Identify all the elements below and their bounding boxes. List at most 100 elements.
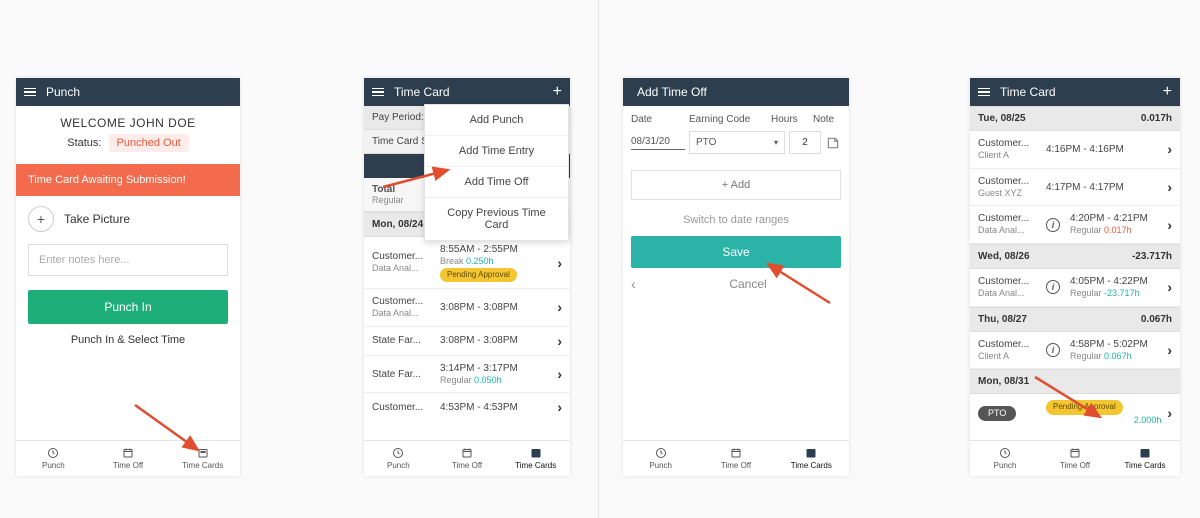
entry-project: Data Anal... xyxy=(372,263,434,275)
clock-icon xyxy=(655,447,667,459)
nav-timecards[interactable]: Time Cards xyxy=(501,441,570,476)
entry-time: 3:08PM - 3:08PM xyxy=(440,334,551,347)
table-row[interactable]: Customer... Client A i 4:58PM - 5:02PM R… xyxy=(970,332,1180,370)
table-row[interactable]: Customer... Client A 4:16PM - 4:16PM › xyxy=(970,131,1180,169)
add-time-off-header: Add Time Off xyxy=(623,78,849,106)
nav-timecards-label: Time Cards xyxy=(791,461,832,470)
info-icon[interactable]: i xyxy=(1046,343,1060,357)
punch-in-select-time[interactable]: Punch In & Select Time xyxy=(16,334,240,356)
total-label: Total xyxy=(372,184,404,195)
alert-bar[interactable]: Time Card Awaiting Submission! xyxy=(16,164,240,196)
plus-icon[interactable]: + xyxy=(1163,83,1172,101)
info-icon[interactable]: i xyxy=(1046,218,1060,232)
nav-timeoff[interactable]: Time Off xyxy=(698,441,773,476)
entry-customer: Customer... xyxy=(372,295,434,308)
entry-sub: Regular xyxy=(1070,288,1102,298)
date-input[interactable]: 08/31/20 xyxy=(631,136,685,150)
entry-client: Data Anal... xyxy=(978,288,1040,300)
table-row[interactable]: Customer... Data Anal... 8:55AM - 2:55PM… xyxy=(364,237,570,289)
table-row[interactable]: State Far... 3:14PM - 3:17PM Regular 0.0… xyxy=(364,356,570,394)
cancel-button[interactable]: Cancel xyxy=(655,277,841,291)
notes-input[interactable]: Enter notes here... xyxy=(28,244,228,276)
dropdown-add-punch[interactable]: Add Punch xyxy=(425,105,568,136)
dropdown-add-time-entry[interactable]: Add Time Entry xyxy=(425,136,568,167)
punch-in-button[interactable]: Punch In xyxy=(28,290,228,324)
table-row[interactable]: Customer... Guest XYZ 4:17PM - 4:17PM › xyxy=(970,169,1180,207)
nav-timecards[interactable]: Time Cards xyxy=(165,441,240,476)
entry-project: Data Anal... xyxy=(372,308,434,320)
table-row[interactable]: PTO Pending Approval 2.000h › xyxy=(970,394,1180,432)
entry-extra: 0.017h xyxy=(1104,225,1132,235)
dropdown-add-time-off[interactable]: Add Time Off xyxy=(425,167,568,198)
table-row[interactable]: Customer... Data Anal... i 4:05PM - 4:22… xyxy=(970,269,1180,307)
nav-punch-label: Punch xyxy=(994,461,1017,470)
day-header: Tue, 08/25 0.017h xyxy=(970,106,1180,131)
switch-date-ranges[interactable]: Switch to date ranges xyxy=(623,206,849,236)
table-row[interactable]: Customer... Data Anal... i 4:20PM - 4:21… xyxy=(970,206,1180,244)
pay-period-label: Pay Period: xyxy=(372,112,424,123)
calendar-icon xyxy=(122,447,134,459)
info-icon[interactable]: i xyxy=(1046,280,1060,294)
pto-badge: PTO xyxy=(978,406,1016,422)
nav-punch[interactable]: Punch xyxy=(16,441,91,476)
hamburger-icon[interactable] xyxy=(24,88,36,97)
entry-time: 4:17PM - 4:17PM xyxy=(1046,181,1161,194)
plus-icon[interactable]: + xyxy=(553,83,562,101)
day-header: Mon, 08/31 xyxy=(970,369,1180,394)
earning-code-select[interactable]: PTO ▾ xyxy=(689,131,785,154)
nav-timecards-label: Time Cards xyxy=(1124,461,1165,470)
timecard-a-title: Time Card xyxy=(394,85,450,99)
nav-timeoff-label: Time Off xyxy=(721,461,751,470)
punch-header: Punch xyxy=(16,78,240,106)
nav-timecards[interactable]: Time Cards xyxy=(774,441,849,476)
chevron-right-icon: › xyxy=(1167,342,1172,358)
hamburger-icon[interactable] xyxy=(372,88,384,97)
nav-punch[interactable]: Punch xyxy=(623,441,698,476)
calendar-icon xyxy=(461,447,473,459)
status-badge: Punched Out xyxy=(109,134,189,152)
timecard-a-header: Time Card + xyxy=(364,78,570,106)
clock-icon xyxy=(999,447,1011,459)
chevron-right-icon: › xyxy=(1167,279,1172,295)
form-column-headers: Date Earning Code Hours Note xyxy=(623,106,849,131)
day-label: Wed, 08/26 xyxy=(978,251,1030,262)
nav-timeoff-label: Time Off xyxy=(1060,461,1090,470)
nav-timecards[interactable]: Time Cards xyxy=(1110,441,1180,476)
nav-timeoff[interactable]: Time Off xyxy=(1040,441,1110,476)
entry-extra: 0.067h xyxy=(1104,351,1132,361)
nav-punch-label: Punch xyxy=(649,461,672,470)
regular-label: Regular xyxy=(372,195,404,205)
add-dropdown: Add Punch Add Time Entry Add Time Off Co… xyxy=(424,104,569,241)
entry-sub: Regular xyxy=(440,375,472,385)
punch-panel: Punch WELCOME JOHN DOE Status: Punched O… xyxy=(16,78,240,476)
table-row[interactable]: Customer... Data Anal... 3:08PM - 3:08PM… xyxy=(364,289,570,327)
status-row: Status: Punched Out xyxy=(16,134,240,164)
dropdown-copy-previous[interactable]: Copy Previous Time Card xyxy=(425,198,568,240)
note-icon[interactable] xyxy=(825,135,841,151)
chevron-right-icon: › xyxy=(557,299,562,315)
table-row[interactable]: State Far... 3:08PM - 3:08PM › xyxy=(364,327,570,356)
back-chevron-icon[interactable]: ‹ xyxy=(631,276,655,292)
add-button[interactable]: + Add xyxy=(631,170,841,200)
table-row[interactable]: Customer... 4:53PM - 4:53PM › xyxy=(364,393,570,421)
day-label: Thu, 08/27 xyxy=(978,314,1027,325)
entry-customer: Customer... xyxy=(978,212,1040,225)
hours-input[interactable]: 2 xyxy=(789,131,821,154)
day-label: Mon, 08/24 xyxy=(372,219,423,230)
calendar-icon xyxy=(730,447,742,459)
cancel-row: ‹ Cancel xyxy=(631,276,841,292)
save-button[interactable]: Save xyxy=(631,236,841,268)
nav-timeoff[interactable]: Time Off xyxy=(433,441,502,476)
entry-client: Client A xyxy=(978,351,1040,363)
punch-title: Punch xyxy=(46,85,80,99)
timecard-panel-b: Time Card + Tue, 08/25 0.017h Customer..… xyxy=(970,78,1180,476)
hamburger-icon[interactable] xyxy=(978,88,990,97)
nav-timeoff[interactable]: Time Off xyxy=(91,441,166,476)
entry-extra: -23.717h xyxy=(1104,288,1140,298)
nav-punch[interactable]: Punch xyxy=(970,441,1040,476)
col-date: Date xyxy=(631,114,685,125)
take-picture-row[interactable]: + Take Picture xyxy=(16,206,240,244)
nav-punch[interactable]: Punch xyxy=(364,441,433,476)
col-earning-code: Earning Code xyxy=(689,114,767,125)
plus-circle-icon[interactable]: + xyxy=(28,206,54,232)
